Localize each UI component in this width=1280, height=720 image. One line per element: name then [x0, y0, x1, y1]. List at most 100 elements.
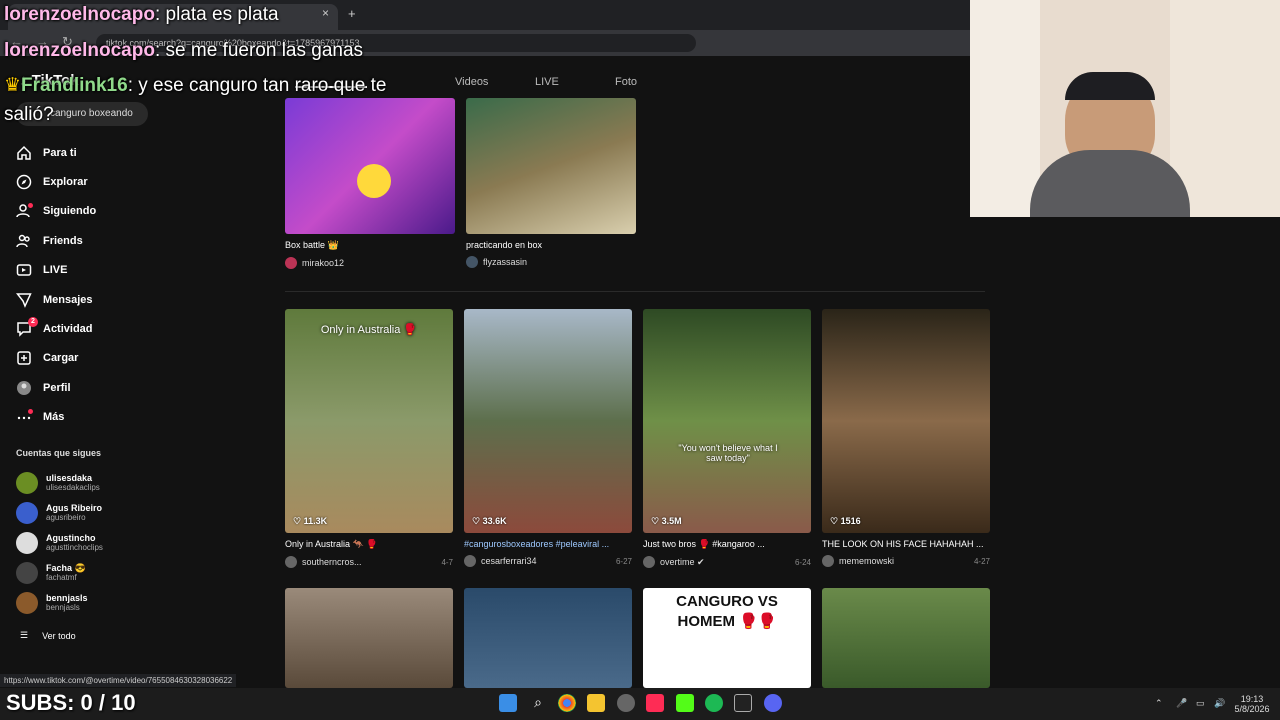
new-tab-button[interactable]: + [348, 6, 356, 21]
account-item[interactable]: Agus Ribeiro agusribeiro [16, 502, 102, 524]
video-thumbnail[interactable]: "You won't believe what I saw today" ♡ 3… [643, 309, 811, 533]
divider [285, 291, 985, 292]
account-user: fachatmf [46, 573, 77, 582]
sidebar-item-label: Siguiendo [43, 205, 97, 218]
video-date: 4-7 [441, 557, 453, 567]
kick-icon[interactable] [676, 694, 694, 712]
more-icon [14, 407, 34, 427]
video-author[interactable]: southerncros... [302, 557, 362, 567]
video-thumbnail[interactable] [464, 588, 632, 688]
sidebar-item-actividad[interactable]: 2 Actividad [14, 314, 96, 343]
tab-photo[interactable]: Foto [615, 76, 695, 88]
video-thumbnail[interactable] [822, 588, 990, 688]
sidebar-item-live[interactable]: LIVE [14, 256, 96, 285]
chat-message: lorenzoelnocapo: se me fueron las ganas [4, 40, 364, 61]
video-card[interactable]: Box battle 👑 mirakoo12 [285, 98, 455, 269]
video-caption[interactable]: practicando en box [466, 240, 636, 250]
like-count: ♡ 33.6K [472, 516, 507, 526]
video-thumbnail[interactable]: CANGURO VS HOMEM 🥊🥊 [643, 588, 811, 688]
chat-message: lorenzoelnocapo: plata es plata [4, 4, 279, 25]
video-card[interactable]: ♡ 33.6K #cangurosboxeadores #peleaviral … [464, 309, 632, 567]
video-card[interactable]: "You won't believe what I saw today" ♡ 3… [643, 309, 811, 568]
account-item[interactable]: ulisesdaka ulisesdakaclips [16, 472, 100, 494]
video-thumbnail[interactable] [285, 98, 455, 234]
video-thumbnail[interactable]: ♡ 1516 [822, 309, 990, 533]
sidebar-item-explorar[interactable]: Explorar [14, 167, 96, 196]
video-thumbnail[interactable]: Only in Australia 🥊 ♡ 11.3K [285, 309, 453, 533]
account-user: agusttinchoclips [46, 543, 103, 552]
tab-close-icon[interactable]: × [322, 6, 329, 20]
video-thumbnail[interactable] [285, 588, 453, 688]
video-caption[interactable]: Only in Australia 🦘 🥊 [285, 539, 453, 550]
home-icon [14, 143, 34, 163]
video-card[interactable]: practicando en box flyzassasin [466, 98, 636, 268]
tab-live[interactable]: LIVE [535, 76, 615, 88]
mic-icon[interactable]: 🎤 [1176, 698, 1187, 708]
sidebar-item-label: LIVE [43, 264, 68, 277]
video-card[interactable]: Only in Australia 🥊 ♡ 11.3K Only in Aust… [285, 309, 453, 568]
account-item[interactable]: Facha 😎 fachatmf [16, 562, 86, 584]
avatar [822, 555, 834, 567]
chevron-up-icon[interactable]: ⌃ [1155, 698, 1163, 708]
account-item[interactable]: bennjasls bennjasls [16, 592, 88, 614]
activity-icon: 2 [14, 317, 38, 339]
video-thumbnail[interactable] [466, 98, 636, 234]
avatar [16, 472, 38, 494]
monitor-icon[interactable]: ▭ [1196, 698, 1205, 708]
chat-message: ♛Frandlink16: y ese canguro tan raro que… [4, 75, 387, 96]
system-clock[interactable]: 19:13 5/8/2026 [1228, 694, 1276, 714]
discord-icon[interactable] [764, 694, 782, 712]
avatar [16, 502, 38, 524]
video-caption[interactable]: Just two bros 🥊 #kangaroo ... [643, 539, 811, 550]
tab-users[interactable] [375, 76, 455, 88]
account-item[interactable]: Agustincho agusttinchoclips [16, 532, 103, 554]
folder-icon[interactable] [587, 694, 605, 712]
messages-icon [14, 290, 34, 310]
avatar [16, 592, 38, 614]
see-all-label: Ver todo [42, 630, 76, 641]
sidebar-item-mensajes[interactable]: Mensajes [14, 285, 96, 314]
video-caption[interactable]: #cangurosboxeadores #peleaviral ... [464, 539, 632, 549]
tiktok-icon[interactable] [646, 694, 664, 712]
upload-icon [14, 348, 34, 368]
sidebar-item-siguiendo[interactable]: Siguiendo [14, 197, 96, 226]
sidebar-item-label: Explorar [43, 176, 88, 189]
spotify-icon[interactable] [705, 694, 723, 712]
status-bar-url: https://www.tiktok.com/@overtime/video/7… [0, 674, 237, 687]
like-count: ♡ 11.3K [293, 516, 328, 526]
tab-videos[interactable]: Videos [455, 76, 535, 88]
video-author[interactable]: flyzassasin [483, 257, 527, 267]
start-icon[interactable] [499, 694, 517, 712]
video-author[interactable]: mememowski [839, 556, 894, 566]
video-author[interactable]: overtime ✔ [660, 557, 705, 568]
sidebar-item-cargar[interactable]: Cargar [14, 344, 96, 373]
following-title: Cuentas que sigues [16, 448, 102, 458]
list-icon: ☰ [20, 630, 29, 640]
app-icon[interactable] [617, 694, 635, 712]
video-card[interactable]: ♡ 1516 THE LOOK ON HIS FACE HAHAHAH ... … [822, 309, 990, 567]
avatar [464, 555, 476, 567]
sidebar-nav: Para ti Explorar Siguiendo Friends LIVE … [14, 138, 96, 432]
sidebar-item-perfil[interactable]: Perfil [14, 373, 96, 402]
volume-icon[interactable]: 🔊 [1214, 698, 1225, 708]
video-author[interactable]: cesarferrari34 [481, 556, 537, 566]
video-author[interactable]: mirakoo12 [302, 258, 344, 268]
like-count: ♡ 1516 [830, 516, 861, 526]
avatar [285, 257, 297, 269]
activity-badge: 2 [28, 317, 38, 328]
friends-icon [14, 231, 34, 251]
account-name: bennjasls [46, 593, 88, 603]
sidebar-item-label: Mensajes [43, 293, 93, 306]
search-icon[interactable]: ⌕ [529, 694, 547, 712]
chrome-icon[interactable] [558, 694, 576, 712]
video-caption[interactable]: Box battle 👑 [285, 240, 455, 251]
avatar [643, 556, 655, 568]
see-all-button[interactable]: ☰ Ver todo [20, 630, 76, 641]
sidebar-item-para-ti[interactable]: Para ti [14, 138, 96, 167]
sidebar-item-label: Friends [43, 234, 83, 247]
sidebar-item-mas[interactable]: Más [14, 403, 96, 432]
epic-games-icon[interactable] [734, 694, 752, 712]
video-thumbnail[interactable]: ♡ 33.6K [464, 309, 632, 533]
video-caption[interactable]: THE LOOK ON HIS FACE HAHAHAH ... [822, 539, 990, 549]
sidebar-item-friends[interactable]: Friends [14, 226, 96, 255]
